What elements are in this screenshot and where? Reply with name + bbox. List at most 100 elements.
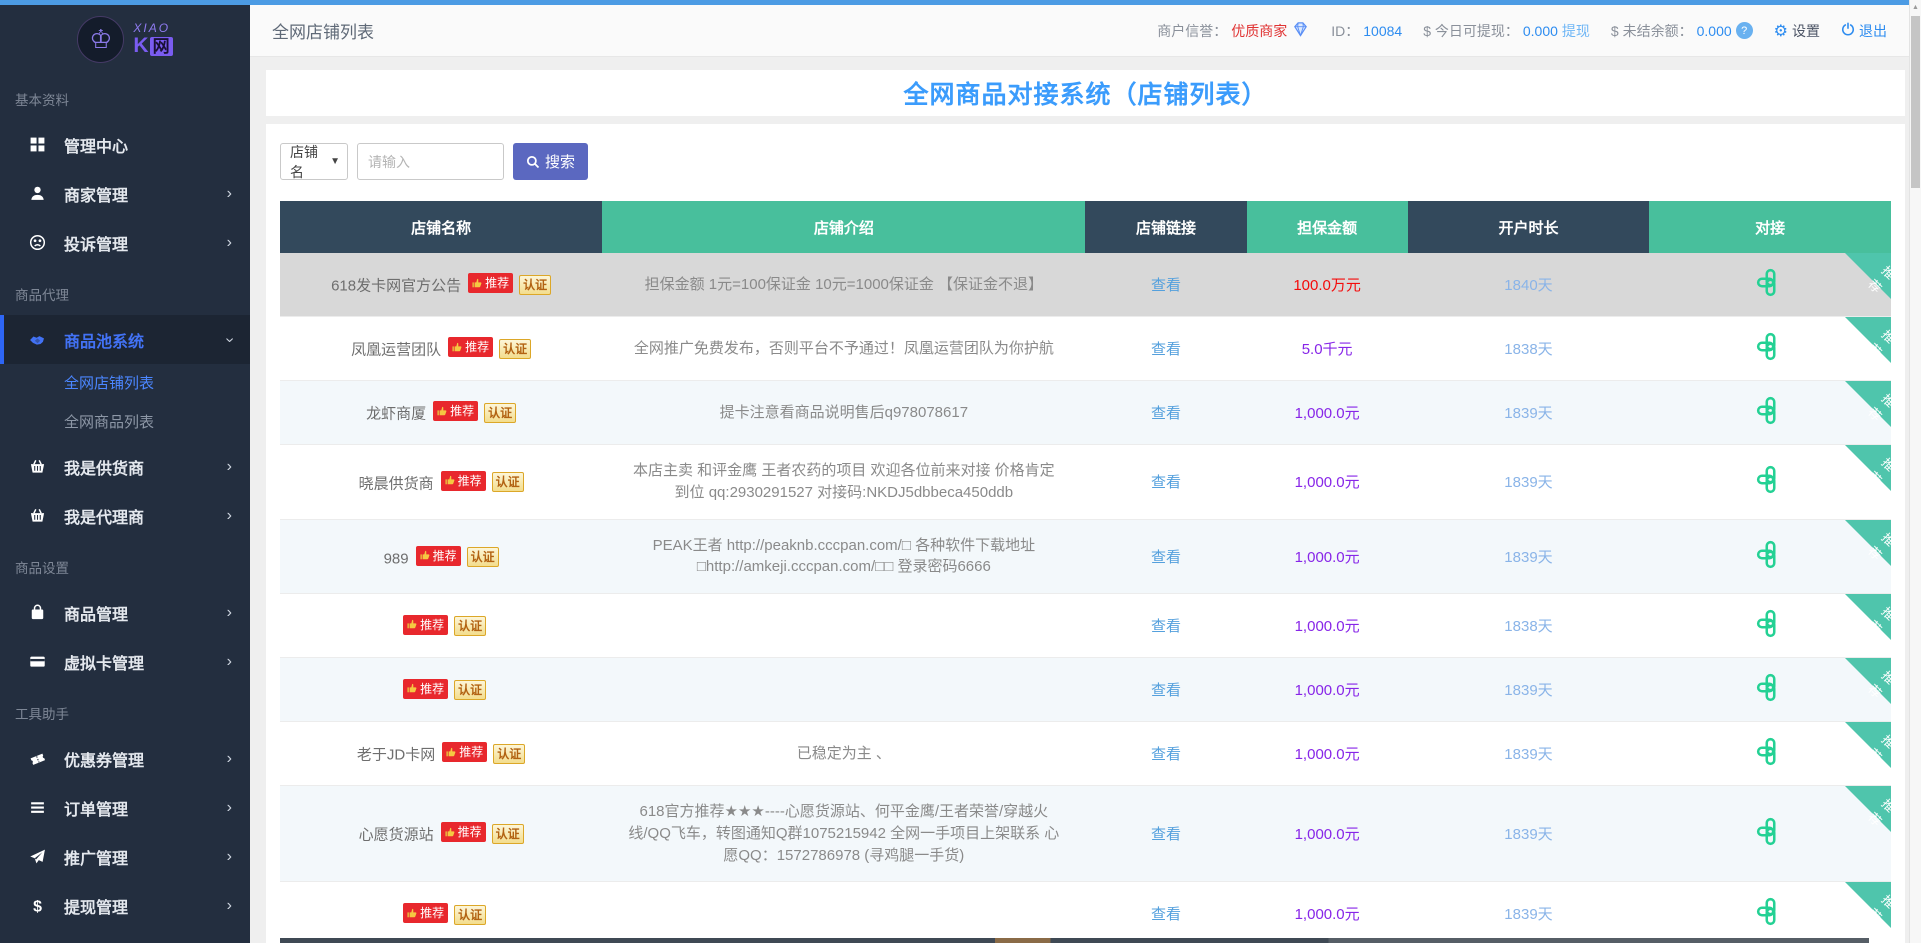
store-name: 989 [384, 550, 409, 567]
chevron-right-icon: › [227, 750, 232, 768]
recommend-badge: 推荐 [433, 401, 478, 421]
store-intro [602, 882, 1085, 943]
frown-icon [29, 234, 49, 251]
thumbs-up-icon [436, 405, 448, 417]
sidebar-item[interactable]: 商户园地› [0, 930, 250, 943]
store-name: 凤凰运营团队 [351, 342, 441, 359]
col-header-dock: 对接 [1649, 201, 1891, 253]
view-link[interactable]: 查看 [1151, 906, 1181, 923]
search-input[interactable] [357, 143, 504, 180]
sidebar-section-label: 商品代理 [0, 267, 250, 315]
view-link[interactable]: 查看 [1151, 277, 1181, 294]
sidebar-section-label: 商品设置 [0, 540, 250, 588]
guarantee-amount: 1,000.0元 [1247, 381, 1408, 445]
chevron-right-icon: › [227, 458, 232, 476]
sidebar-item[interactable]: $提现管理› [0, 881, 250, 930]
search-button[interactable]: 搜索 [513, 143, 588, 180]
unsettled-balance-value: 0.000 [1697, 23, 1732, 39]
sidebar-item[interactable]: 商家管理› [0, 169, 250, 218]
sidebar-subitem[interactable]: 全网店铺列表 [0, 364, 250, 403]
list-icon [29, 799, 49, 816]
search-icon [526, 155, 540, 169]
recommend-ribbon: 推荐 [1845, 658, 1891, 704]
view-link[interactable]: 查看 [1151, 682, 1181, 699]
account-age: 1839天 [1408, 381, 1650, 445]
gear-icon: ⚙ [1774, 21, 1788, 41]
table-row: 心愿货源站推荐认证618官方推荐★★★----心愿货源站、何平金鹰/王者荣誉/穿… [280, 786, 1891, 882]
recommend-ribbon: 推荐 [1845, 317, 1891, 363]
account-age: 1840天 [1408, 253, 1650, 317]
sidebar-item[interactable]: 投诉管理› [0, 218, 250, 267]
col-header-account-age: 开户时长 [1408, 201, 1650, 253]
view-link[interactable]: 查看 [1151, 405, 1181, 422]
recommend-badge: 推荐 [441, 471, 486, 491]
table-row: 推荐认证查看1,000.0元1838天推荐 [280, 594, 1891, 658]
basket-icon [29, 458, 49, 475]
sidebar-item[interactable]: 我是供货商› [0, 442, 250, 491]
cert-badge: 认证 [493, 744, 525, 764]
account-age: 1839天 [1408, 722, 1650, 786]
store-intro: 618官方推荐★★★----心愿货源站、何平金鹰/王者荣誉/穿越火线/QQ飞车，… [602, 786, 1085, 882]
scrollbar-thumb[interactable] [1911, 16, 1920, 188]
thumbs-up-icon [419, 549, 431, 561]
diamond-icon [1291, 21, 1310, 41]
recommend-ribbon: 推荐 [1845, 722, 1891, 768]
dock-link-icon[interactable] [1756, 396, 1785, 425]
logout-button[interactable]: 退出 [1841, 21, 1887, 41]
table-row: 老于JD卡网推荐认证已稳定为主 、查看1,000.0元1839天推荐 [280, 722, 1891, 786]
view-link[interactable]: 查看 [1151, 549, 1181, 566]
chevron-right-icon: › [227, 848, 232, 866]
sidebar-item[interactable]: 推广管理› [0, 832, 250, 881]
col-header-store-link: 店铺链接 [1085, 201, 1246, 253]
search-bar: 店铺名 ▼ 搜索 [280, 143, 1891, 180]
cert-badge: 认证 [492, 824, 524, 844]
guarantee-amount: 1,000.0元 [1247, 786, 1408, 882]
settings-button[interactable]: ⚙ 设置 [1774, 21, 1820, 41]
reputation-value: 优质商家 [1231, 21, 1287, 41]
sidebar-item[interactable]: 商品管理› [0, 588, 250, 637]
recommend-ribbon: 推荐 [1845, 520, 1891, 566]
card-icon [29, 653, 49, 670]
cert-badge: 认证 [454, 616, 486, 636]
sidebar-item[interactable]: 优惠券管理› [0, 734, 250, 783]
dock-link-icon[interactable] [1756, 737, 1785, 766]
store-intro: 提卡注意看商品说明售后q978078617 [602, 381, 1085, 445]
sidebar-section-label: 工具助手 [0, 686, 250, 734]
app-logo[interactable]: ♔ XIAO K网 [0, 5, 250, 72]
sidebar-item[interactable]: 我是代理商› [0, 491, 250, 540]
sidebar-item[interactable]: 虚拟卡管理› [0, 637, 250, 686]
sidebar-item[interactable]: 订单管理› [0, 783, 250, 832]
scroll-up-icon[interactable]: ▲ [1910, 0, 1921, 14]
recommend-badge: 推荐 [403, 615, 448, 635]
dock-link-icon[interactable] [1756, 465, 1785, 494]
sidebar-item[interactable]: 管理中心 [0, 120, 250, 169]
dock-link-icon[interactable] [1756, 897, 1785, 926]
view-link[interactable]: 查看 [1151, 826, 1181, 843]
search-field-select[interactable]: 店铺名 ▼ [280, 143, 348, 180]
recommend-badge: 推荐 [403, 903, 448, 923]
store-intro: 本店主卖 和评金鹰 王者农药的项目 欢迎各位前来对接 价格肯定到位 qq:293… [602, 445, 1085, 520]
dock-link-icon[interactable] [1756, 673, 1785, 702]
sidebar-subitem[interactable]: 全网商品列表 [0, 403, 250, 442]
help-question-icon[interactable]: ? [1736, 22, 1753, 39]
page-scrollbar[interactable]: ▲ [1909, 0, 1921, 943]
view-link[interactable]: 查看 [1151, 746, 1181, 763]
view-link[interactable]: 查看 [1151, 474, 1181, 491]
cert-badge: 认证 [484, 403, 516, 423]
thumbs-up-icon [406, 682, 418, 694]
dock-link-icon[interactable] [1756, 332, 1785, 361]
dock-link-icon[interactable] [1756, 540, 1785, 569]
dock-link-icon[interactable] [1756, 817, 1785, 846]
dock-link-icon[interactable] [1756, 609, 1785, 638]
recommend-badge: 推荐 [403, 679, 448, 699]
guarantee-amount: 100.0万元 [1247, 253, 1408, 317]
sidebar-item[interactable]: 商品池系统› [0, 315, 250, 364]
dock-link-icon[interactable] [1756, 268, 1785, 297]
withdraw-link[interactable]: 提现 [1562, 21, 1590, 41]
view-link[interactable]: 查看 [1151, 618, 1181, 635]
merchant-id-label: ID： [1331, 21, 1359, 41]
account-age: 1839天 [1408, 658, 1650, 722]
guarantee-amount: 1,000.0元 [1247, 882, 1408, 943]
logo-king-icon: ♔ [77, 16, 124, 63]
view-link[interactable]: 查看 [1151, 341, 1181, 358]
